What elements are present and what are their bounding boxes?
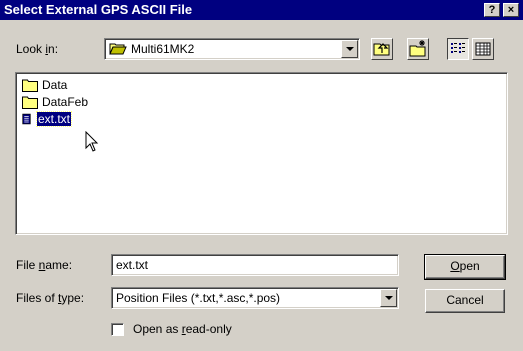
look-in-dropdown-button[interactable] [341,40,358,58]
close-button[interactable]: × [503,3,519,17]
file-name-field[interactable]: ext.txt [111,254,399,276]
details-view-icon [475,42,491,56]
list-view-icon [451,43,465,53]
file-name-value: ext.txt [116,258,149,272]
files-of-type-label: Files of type: [16,291,85,305]
cancel-button[interactable]: Cancel [425,289,505,313]
file-name: Data [42,78,68,92]
details-view-button[interactable] [472,38,494,60]
read-only-checkbox[interactable] [111,323,124,336]
window-title: Select External GPS ASCII File [4,2,193,17]
list-item-selected[interactable]: ext.txt [22,111,73,127]
mouse-cursor-icon [85,131,99,152]
file-name: ext.txt [35,111,73,127]
up-folder-icon [373,43,390,56]
read-only-label[interactable]: Open as read-only [133,322,232,336]
folder-icon [22,96,38,109]
help-button[interactable]: ? [484,3,500,17]
open-button[interactable]: Open [424,254,506,280]
list-item[interactable]: Data [22,77,68,93]
folder-icon [22,79,38,92]
files-of-type-combo[interactable]: Position Files (*.txt,*.asc,*.pos) [111,287,399,309]
files-of-type-dropdown-button[interactable] [380,289,397,307]
list-view-button[interactable] [447,38,469,60]
list-item[interactable]: DataFeb [22,94,89,110]
folder-open-icon [109,43,127,55]
file-name: DataFeb [42,95,89,109]
file-dialog-window: Select External GPS ASCII File ? × Look … [0,0,523,351]
title-bar[interactable]: Select External GPS ASCII File ? × [0,0,523,20]
new-folder-icon [409,40,426,57]
create-new-folder-button[interactable] [407,38,429,60]
files-of-type-value: Position Files (*.txt,*.asc,*.pos) [116,291,281,305]
file-name-label: File name: [16,258,73,272]
look-in-value: Multi61MK2 [131,42,195,56]
look-in-label: Look in: [16,42,59,56]
look-in-combo[interactable]: Multi61MK2 [104,38,360,60]
text-file-icon [22,113,31,125]
up-one-level-button[interactable] [371,38,393,60]
file-list[interactable]: Data DataFeb ext.txt [15,72,508,235]
